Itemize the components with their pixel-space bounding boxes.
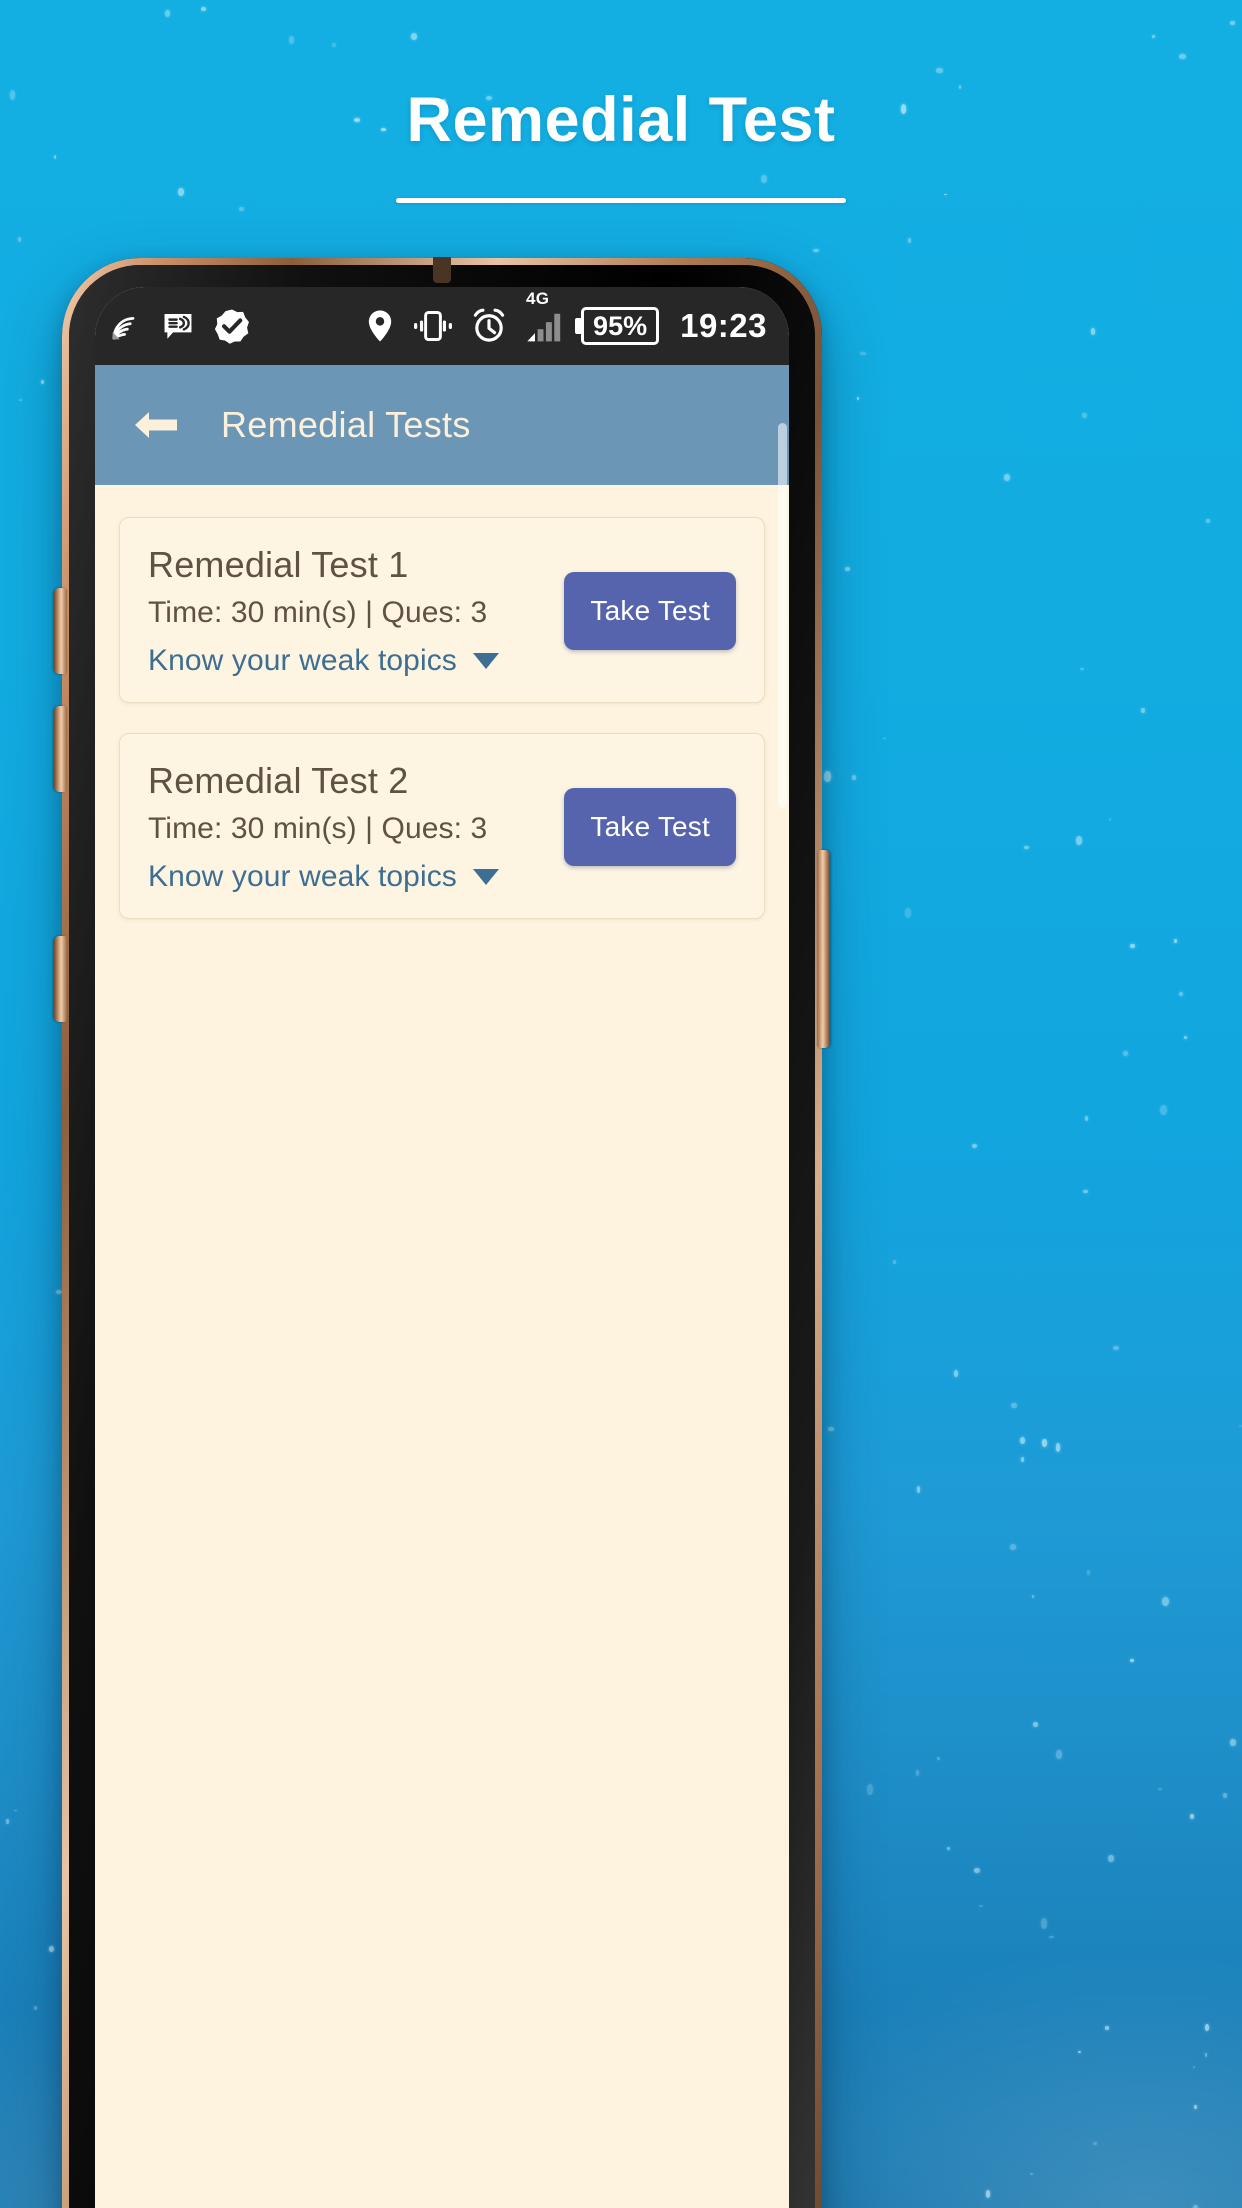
alarm-clock-icon <box>471 308 507 344</box>
take-test-button[interactable]: Take Test <box>564 788 736 866</box>
app-bar: Remedial Tests <box>95 365 789 808</box>
phone-mockup: 4G 95% 19:23 Remedial Tests Remedial Tes… <box>54 257 830 2208</box>
battery-percent-label: 95% <box>593 310 648 341</box>
scrollbar-thumb[interactable] <box>778 423 787 808</box>
chevron-down-icon <box>472 869 499 885</box>
test-list: Remedial Test 1 Time: 30 min(s) | Ques: … <box>95 485 789 2208</box>
test-title: Remedial Test 2 <box>148 760 409 801</box>
weak-topics-label: Know your weak topics <box>148 860 457 893</box>
weak-topics-label: Know your weak topics <box>148 644 457 677</box>
network-type-label: 4G <box>526 289 550 308</box>
phone-side-button-3 <box>54 936 67 1022</box>
chevron-down-icon <box>472 653 499 669</box>
phone-screen: 4G 95% 19:23 Remedial Tests Remedial Tes… <box>95 287 789 2208</box>
status-bar: 4G 95% 19:23 <box>95 287 789 365</box>
banner: Remedial Test <box>0 84 1242 203</box>
test-title: Remedial Test 1 <box>148 544 409 585</box>
phone-power-button <box>817 850 830 1048</box>
page-title: Remedial Test <box>406 85 836 155</box>
test-card[interactable]: Remedial Test 2 Time: 30 min(s) | Ques: … <box>119 733 765 919</box>
status-bar-left-icons <box>109 307 251 345</box>
test-meta: Time: 30 min(s) | Ques: 3 <box>148 812 488 845</box>
test-card[interactable]: Remedial Test 1 Time: 30 min(s) | Ques: … <box>119 517 765 703</box>
weak-topics-toggle[interactable]: Know your weak topics <box>148 644 499 678</box>
status-bar-clock: 19:23 <box>680 307 767 344</box>
status-bar-right-icons: 4G 95% 19:23 <box>365 289 767 345</box>
test-card-info: Remedial Test 1 Time: 30 min(s) | Ques: … <box>148 544 564 678</box>
test-card-info: Remedial Test 2 Time: 30 min(s) | Ques: … <box>148 760 564 894</box>
check-badge-icon <box>213 307 251 345</box>
phone-side-button-2 <box>54 706 67 792</box>
phone-top-sensor <box>433 257 451 283</box>
app-bar-title: Remedial Tests <box>221 404 471 445</box>
title-underline <box>396 198 846 203</box>
battery-icon: 95% <box>581 307 660 345</box>
back-arrow-icon[interactable] <box>129 405 181 445</box>
message-icon <box>161 309 195 343</box>
take-test-button[interactable]: Take Test <box>564 572 736 650</box>
test-meta: Time: 30 min(s) | Ques: 3 <box>148 596 488 629</box>
phone-side-button-1 <box>54 588 67 674</box>
weak-topics-toggle[interactable]: Know your weak topics <box>148 860 499 894</box>
location-pin-icon <box>365 309 395 343</box>
vibrate-icon <box>412 310 454 342</box>
signal-bars-icon: 4G <box>524 289 564 344</box>
cast-icon <box>109 309 143 343</box>
